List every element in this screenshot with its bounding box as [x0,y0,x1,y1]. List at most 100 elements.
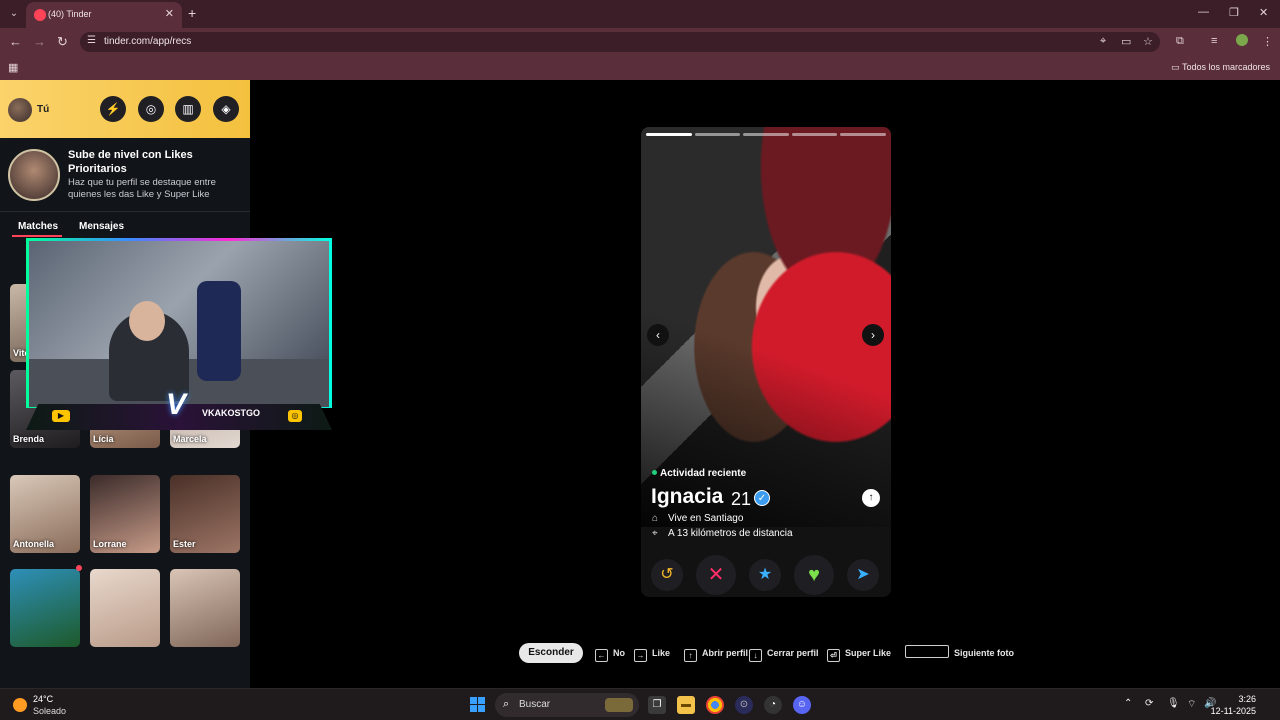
obs-icon[interactable]: ◔ [764,696,782,714]
user-avatar[interactable] [8,98,32,122]
location-text: Vive en Santiago [668,513,744,524]
activity-text: Actividad reciente [660,468,747,479]
browser-tab-tinder[interactable]: (40) Tinder ✕ [26,2,182,28]
explore-compass-icon[interactable]: ◎ [138,96,164,122]
shortcut-label: No [613,648,625,658]
location-icon[interactable]: ⌖ [1100,35,1106,48]
recent-activity-label: Actividad reciente [652,468,746,479]
match-name: Antonella [13,539,55,549]
cast-icon[interactable]: ▭ [1121,35,1131,48]
clock-date[interactable]: 12-11-2025 [1211,706,1256,716]
microphone-icon[interactable]: 🎙 [1167,698,1180,709]
all-bookmarks-label: Todos los marcadores [1181,62,1270,72]
profile-location: ⌂ Vive en Santiago [652,513,743,524]
shortcut-label: Abrir perfil [702,648,749,658]
match-card[interactable] [90,569,160,647]
shortcut-item: ← No [595,643,625,663]
key-cap-icon: ← [595,649,608,662]
key-cap-icon: → [634,649,647,662]
distance-text: A 13 kilómetros de distancia [668,528,793,539]
profile-distance: ⌖ A 13 kilómetros de distancia [652,528,793,539]
tab-search-icon[interactable]: ⌄ [6,6,22,22]
new-tab-plus-icon[interactable]: + [188,5,196,21]
browser-menu-icon[interactable]: ⋮ [1262,35,1273,48]
url-bar[interactable]: ☰ tinder.com/app/recs ⌖ ▭ ☆ [80,32,1160,52]
app-icon[interactable]: ⊙ [735,696,753,714]
discord-icon[interactable]: ☺ [793,696,811,714]
chrome-icon[interactable] [706,696,724,714]
sidebar-tabs: Matches Mensajes [0,218,250,238]
boost-bolt-icon[interactable]: ⚡ [100,96,126,122]
profile-card[interactable]: ‹ › Actividad reciente Ignacia 21 ✓ ↑ ⌂ V… [641,127,891,597]
rewind-button[interactable]: ↺ [651,559,683,591]
windows-start-icon[interactable] [470,697,485,712]
photo-progress-segment[interactable] [694,133,741,136]
clock-time[interactable]: 3:26 [1238,694,1256,704]
profile-avatar-icon[interactable] [1236,34,1248,46]
all-bookmarks-folder[interactable]: ▭ Todos los marcadores [1171,62,1270,73]
profile-name: Ignacia [651,485,724,508]
tab-close-icon[interactable]: ✕ [165,7,174,20]
priority-likes-promo[interactable]: Sube de nivel con Likes Prioritarios Haz… [0,138,250,212]
task-view-icon[interactable]: ❐ [648,696,666,714]
like-icon: ♥ [808,564,820,586]
shortcut-item: Siguiente foto [905,643,1014,663]
previous-photo-icon[interactable]: ‹ [647,324,669,346]
shortcut-label: Like [652,648,671,658]
nope-button[interactable]: ✕ [696,555,736,595]
match-card[interactable] [170,569,240,647]
search-placeholder: Buscar [519,699,551,710]
super-like-button[interactable]: ★ [749,559,781,591]
match-card[interactable]: Antonella [10,475,80,553]
url-text[interactable]: tinder.com/app/recs [104,36,191,47]
close-window-icon[interactable]: ✕ [1259,6,1268,19]
windows-taskbar: 24°C Soleado ⌕ Buscar ❐ ▬ ⊙ ◔ ☺ ⌃ ⟳ 🎙 ⌔ … [0,688,1280,720]
match-card[interactable] [10,569,80,647]
shield-icon[interactable]: ◈ [213,96,239,122]
online-dot-icon [652,470,657,475]
weather-condition[interactable]: Soleado [33,706,66,716]
tinder-favicon-icon [34,9,46,21]
taskbar-search[interactable]: ⌕ Buscar [495,693,639,717]
match-card[interactable]: Lorrane [90,475,160,553]
tab-mensajes[interactable]: Mensajes [79,221,124,232]
search-icon: ⌕ [503,698,510,710]
reload-icon[interactable]: ↻ [57,34,68,50]
webcam-frame [26,238,332,408]
match-card[interactable]: Ester [170,475,240,553]
apps-grid-icon[interactable]: ▦ [8,61,18,74]
hide-shortcuts-button[interactable]: Esconder [519,643,583,663]
photo-progress-segment[interactable] [840,133,886,136]
photo-progress-segment[interactable] [743,133,789,136]
promo-avatar [8,149,60,201]
profile-photo[interactable] [641,127,891,527]
match-name: Marcela [173,434,207,444]
webcam-gaming-chair [197,281,241,381]
briefcase-icon[interactable]: ▥ [175,96,201,122]
minimize-icon[interactable]: — [1198,6,1209,18]
open-profile-icon[interactable]: ↑ [862,489,880,507]
file-explorer-icon[interactable]: ▬ [677,696,695,714]
bookmark-star-icon[interactable]: ☆ [1143,35,1153,48]
weather-temperature[interactable]: 24°C [33,694,53,704]
photo-progress-segment[interactable] [646,133,692,136]
photo-progress-segment[interactable] [791,133,838,136]
user-label[interactable]: Tú [37,104,49,115]
network-icon[interactable]: ⌔ [1187,698,1196,711]
back-arrow-icon[interactable]: ← [9,34,22,49]
media-control-icon[interactable]: ≡ [1211,35,1217,47]
tray-chevron-icon[interactable]: ⌃ [1124,698,1132,709]
next-photo-icon[interactable]: › [862,324,884,346]
tab-matches[interactable]: Matches [18,221,58,232]
key-cap-icon [905,645,949,658]
site-info-icon[interactable]: ☰ [87,35,96,46]
boost-button[interactable]: ➤ [847,559,879,591]
like-button[interactable]: ♥ [794,555,834,595]
match-name: Lícia [93,434,114,444]
forward-arrow-icon[interactable]: → [33,34,46,49]
shortcut-item: → Like [634,643,670,663]
extensions-icon[interactable]: ⧉ [1176,35,1184,48]
restore-icon[interactable]: ❐ [1229,6,1239,19]
tray-sync-icon[interactable]: ⟳ [1145,698,1153,709]
sun-icon[interactable] [13,698,27,712]
